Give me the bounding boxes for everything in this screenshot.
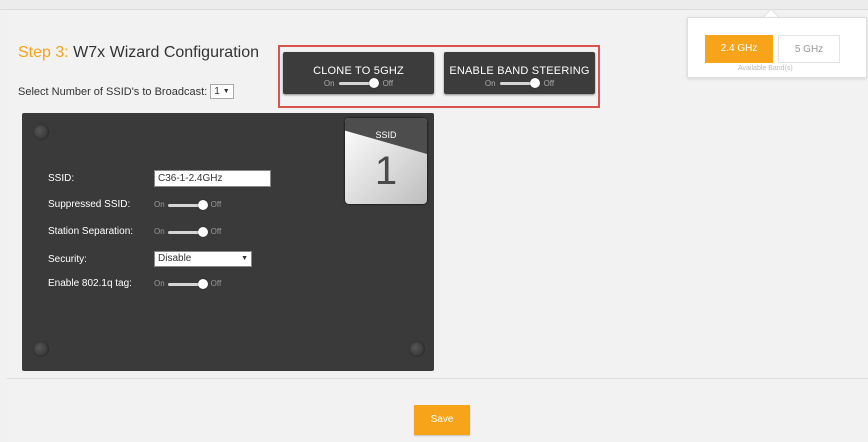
ssid-count-row: Select Number of SSID's to Broadcast: 1 … [18, 84, 234, 99]
ssid-count-select[interactable]: 1 ▼ [210, 84, 234, 99]
toggle-switch[interactable] [167, 199, 208, 210]
toggle-off-label: Off [210, 227, 222, 236]
suppressed-ssid-label: Suppressed SSID: [48, 199, 131, 210]
clone-toggle-on: On [323, 78, 335, 88]
footer-divider [7, 378, 868, 379]
security-row: Security: Disable ▼ [48, 251, 252, 267]
band-5ghz-button[interactable]: 5 GHz [778, 35, 840, 63]
toggle-off-label: Off [210, 200, 222, 209]
save-button[interactable]: Save [414, 405, 470, 435]
screw-icon [409, 341, 425, 357]
suppressed-ssid-toggle[interactable]: On Off [154, 199, 222, 210]
toggle-switch[interactable] [167, 278, 208, 289]
toggle-on-label: On [154, 279, 165, 288]
ssid-badge-label: SSID [375, 130, 397, 140]
ssid-badge-number: 1 [374, 149, 398, 193]
clone-label: CLONE TO 5GHZ [313, 65, 404, 77]
toggle-knob [529, 78, 540, 88]
toggle-switch[interactable] [167, 226, 208, 237]
band-steering-toggle[interactable]: On Off [444, 78, 595, 88]
suppressed-ssid-row: Suppressed SSID: On Off [48, 199, 221, 210]
wizard-title: W7x Wizard Configuration [73, 44, 259, 61]
screw-icon [33, 341, 49, 357]
band-2-4ghz-button[interactable]: 2.4 GHz [705, 35, 773, 63]
toggle-knob [197, 278, 208, 289]
security-value: Disable [158, 253, 192, 264]
vlan-tag-label: Enable 802.1q tag: [48, 278, 132, 289]
ssid-config-card: SSID 1 SSID: C36-1-2.4GHz Suppressed SSI… [22, 113, 434, 371]
clone-toggle-off: Off [382, 78, 394, 88]
clone-to-5ghz-button[interactable]: CLONE TO 5GHZ On Off [283, 52, 434, 94]
toggle-knob [197, 199, 208, 210]
vlan-tag-toggle[interactable]: On Off [154, 278, 222, 289]
ssid-label: SSID: [48, 173, 75, 184]
chevron-down-icon: ▼ [222, 88, 230, 95]
toggle-on-label: On [154, 200, 165, 209]
ssid-count-value: 1 [214, 86, 220, 97]
screw-icon [33, 124, 49, 140]
clone-toggle-switch[interactable] [338, 78, 379, 88]
ssid-row: SSID: C36-1-2.4GHz [48, 170, 271, 187]
toggle-knob [197, 226, 208, 237]
station-separation-toggle[interactable]: On Off [154, 226, 222, 237]
chevron-down-icon: ▼ [241, 255, 248, 262]
band-steering-toggle-off: Off [543, 78, 555, 88]
step-label: Step 3: [18, 44, 69, 61]
vlan-tag-row: Enable 802.1q tag: On Off [48, 278, 221, 289]
band-steering-label: ENABLE BAND STEERING [449, 65, 590, 77]
ssid-input[interactable]: C36-1-2.4GHz [154, 170, 271, 187]
ssid-badge: SSID 1 [345, 118, 427, 204]
clone-toggle[interactable]: On Off [283, 78, 434, 88]
station-separation-row: Station Separation: On Off [48, 226, 221, 237]
band-selector: 2.4 GHz 5 GHz Available Band(s) [687, 17, 867, 78]
band-steering-toggle-switch[interactable] [499, 78, 540, 88]
station-separation-label: Station Separation: [48, 226, 134, 237]
toggle-off-label: Off [210, 279, 222, 288]
page-title: Step 3: W7x Wizard Configuration [18, 44, 259, 62]
enable-band-steering-button[interactable]: ENABLE BAND STEERING On Off [444, 52, 595, 94]
security-select[interactable]: Disable ▼ [154, 251, 252, 267]
toggle-knob [368, 78, 379, 88]
band-caption: Available Band(s) [738, 65, 793, 72]
ssid-count-label: Select Number of SSID's to Broadcast: [18, 85, 208, 98]
top-bar [0, 0, 868, 10]
band-steering-toggle-on: On [484, 78, 496, 88]
toggle-on-label: On [154, 227, 165, 236]
security-label: Security: [48, 253, 87, 265]
